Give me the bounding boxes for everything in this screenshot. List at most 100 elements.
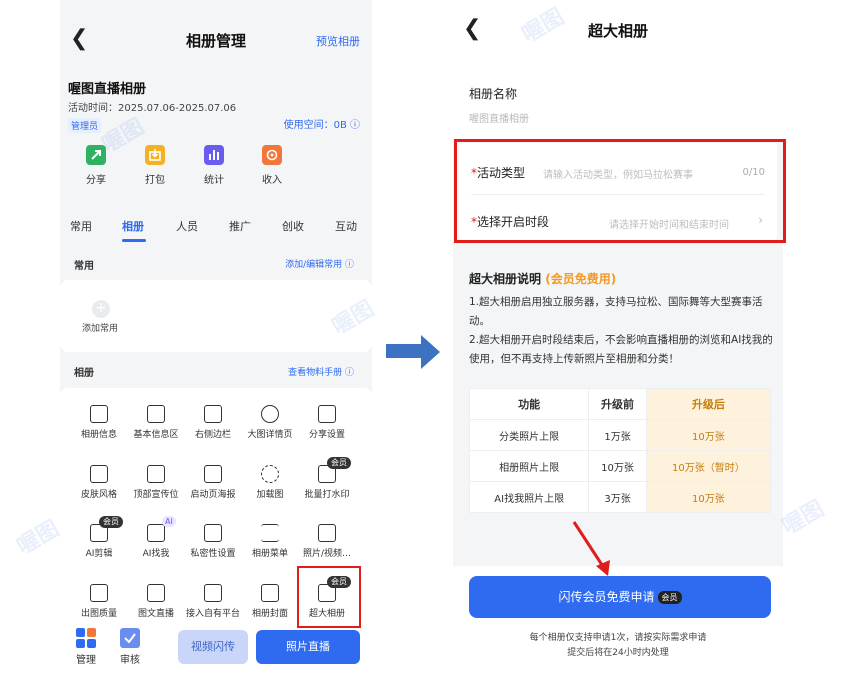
page-title: 超大相册 <box>587 22 648 40</box>
tab-bar: 常用 相册 人员 推广 创收 互动 <box>60 210 372 246</box>
video-flash-button[interactable]: 视频闪传 <box>178 630 248 664</box>
grid-label: 批量打水印 <box>304 490 350 500</box>
tab-people[interactable]: 人员 <box>176 218 198 234</box>
menu-icon <box>261 524 279 542</box>
tab-common[interactable]: 常用 <box>70 218 92 234</box>
review-tab[interactable]: 审核 <box>112 628 148 666</box>
grid-label: 私密性设置 <box>190 549 236 559</box>
grid-label: AI找我 <box>142 549 170 559</box>
common-card <box>60 280 372 352</box>
review-check-icon <box>120 628 140 648</box>
doc-edit-icon <box>90 405 108 423</box>
grid-platform-access[interactable]: 接入自有平台 <box>183 584 243 619</box>
info-text-2: 2.超大相册开启时段结束后，不会影响直播相册的浏览和AI找我的使用，但不再支持上… <box>469 334 773 365</box>
manage-tab[interactable]: 管理 <box>68 628 104 666</box>
grid-basic-info[interactable]: 基本信息区 <box>126 405 186 440</box>
tab-interaction[interactable]: 互动 <box>335 218 357 234</box>
ai-badge: AI <box>162 516 176 527</box>
quick-label: 打包 <box>145 175 165 186</box>
apply-note-2: 提交后将在24小时内处理 <box>567 648 669 658</box>
quick-stats-button[interactable]: 统计 <box>189 145 239 186</box>
info-icon <box>261 405 279 423</box>
grid-album-info[interactable]: 相册信息 <box>69 405 129 440</box>
table-header: 升级后 <box>645 388 772 420</box>
quick-label: 分享 <box>86 175 106 186</box>
info-title: 超大相册说明 (会员免费用) <box>469 270 616 287</box>
share-settings-icon <box>318 405 336 423</box>
grid-launch-poster[interactable]: 启动页海报 <box>183 465 243 500</box>
poster-icon <box>204 465 222 483</box>
storage-usage-link[interactable]: 使用空间：0B ⓘ <box>284 116 360 131</box>
grid-album-menu[interactable]: 相册菜单 <box>240 524 300 559</box>
info-text-1: 1.超大相册启用独立服务器，支持马拉松、国际舞等大型赛事活动。 <box>469 296 763 327</box>
grid-photo-video[interactable]: 照片/视频… <box>297 524 357 559</box>
vip-badge: 会员 <box>99 516 123 528</box>
tab-album[interactable]: 相册 <box>122 218 144 234</box>
photo-live-button[interactable]: 照片直播 <box>256 630 360 664</box>
stats-icon <box>204 145 224 165</box>
lock-icon <box>204 524 222 542</box>
package-icon <box>145 145 165 165</box>
quick-income-button[interactable]: 收入 <box>247 145 297 186</box>
face-search-icon <box>147 524 165 542</box>
table-row: 相册照片上限 10万张 10万张（暂时） <box>468 450 772 482</box>
highlight-form <box>454 139 786 243</box>
grid-image-detail[interactable]: 大图详情页 <box>240 405 300 440</box>
grid-share-settings[interactable]: 分享设置 <box>297 405 357 440</box>
add-common-icon[interactable]: + <box>92 300 110 318</box>
material-manual-link[interactable]: 查看物料手册 ⓘ <box>288 365 354 378</box>
grid-output-quality[interactable]: 出图质量 <box>69 584 129 619</box>
table-row: AI找我照片上限 3万张 10万张 <box>468 481 772 513</box>
preview-album-link[interactable]: 预览相册 <box>316 33 360 49</box>
grid-label: 相册信息 <box>80 430 117 440</box>
banner-icon <box>147 465 165 483</box>
edit-common-link[interactable]: 添加/编辑常用 ⓘ <box>285 257 354 270</box>
grid-privacy-settings[interactable]: 私密性设置 <box>183 524 243 559</box>
grid-album-cover[interactable]: 相册封面 <box>240 584 300 619</box>
grid-label: 右侧边栏 <box>194 430 231 440</box>
quick-share-button[interactable]: 分享 <box>71 145 121 186</box>
quick-package-button[interactable]: 打包 <box>130 145 180 186</box>
grid-image-text-live[interactable]: 图文直播 <box>126 584 186 619</box>
tab-promotion[interactable]: 推广 <box>229 218 251 234</box>
income-icon <box>262 145 282 165</box>
grid-loading-image[interactable]: 加载图 <box>240 465 300 500</box>
table-cell: 分类照片上限 <box>468 419 590 451</box>
grid-label: 皮肤风格 <box>80 490 117 500</box>
big-album-screen: ❮ 超大相册 相册名称 喔图直播相册 *活动类型 请输入活动类型，例如马拉松赛事… <box>453 0 783 696</box>
grid-top-banner[interactable]: 顶部宣传位 <box>126 465 186 500</box>
grid-label: 分享设置 <box>308 430 345 440</box>
platform-icon <box>204 584 222 602</box>
image-text-icon <box>147 584 165 602</box>
common-section-title: 常用 <box>74 261 94 272</box>
table-cell: 10万张 <box>645 419 772 451</box>
grid-label: 相册菜单 <box>251 549 288 559</box>
grid-label: 图文直播 <box>137 609 174 619</box>
grid-batch-watermark[interactable]: 批量打水印 会员 <box>297 457 357 500</box>
doc-list-icon <box>147 405 165 423</box>
table-row: 分类照片上限 1万张 10万张 <box>468 419 772 451</box>
grid-ai-clip[interactable]: AI剪辑 会员 <box>69 516 129 559</box>
highlight-big-album <box>297 566 361 628</box>
grid-skin-style[interactable]: 皮肤风格 <box>69 465 129 500</box>
grid-label: 照片/视频… <box>302 549 352 559</box>
apply-free-button[interactable]: 闪传会员免费申请 会员 <box>469 576 771 618</box>
grid-ai-find-me[interactable]: AI找我 AI <box>126 516 186 559</box>
apply-note-1: 每个相册仅支持申请1次，请按实际需求申请 <box>529 633 707 643</box>
apply-button-label: 闪传会员免费申请 <box>558 590 655 604</box>
nav-bar: ❮ 相册管理 预览相册 <box>60 0 372 74</box>
red-pointer-arrow-icon <box>572 521 610 576</box>
sidebar-icon <box>204 405 222 423</box>
shirt-icon <box>90 465 108 483</box>
album-name-value: 喔图直播相册 <box>469 114 529 125</box>
transition-arrow-body <box>386 344 422 358</box>
album-time: 活动时间：2025.07.06-2025.07.06 <box>68 103 237 114</box>
vip-badge: 会员 <box>657 591 682 604</box>
vip-free-text: (会员免费用) <box>545 272 617 286</box>
add-common-label: 添加常用 <box>82 324 119 334</box>
bottom-action-bar: 管理 审核 视频闪传 照片直播 <box>60 622 372 696</box>
grid-right-sidebar[interactable]: 右侧边栏 <box>183 405 243 440</box>
watermark: 喔图 <box>777 496 829 540</box>
table-cell: 1万张 <box>588 419 647 451</box>
tab-revenue[interactable]: 创收 <box>282 218 304 234</box>
